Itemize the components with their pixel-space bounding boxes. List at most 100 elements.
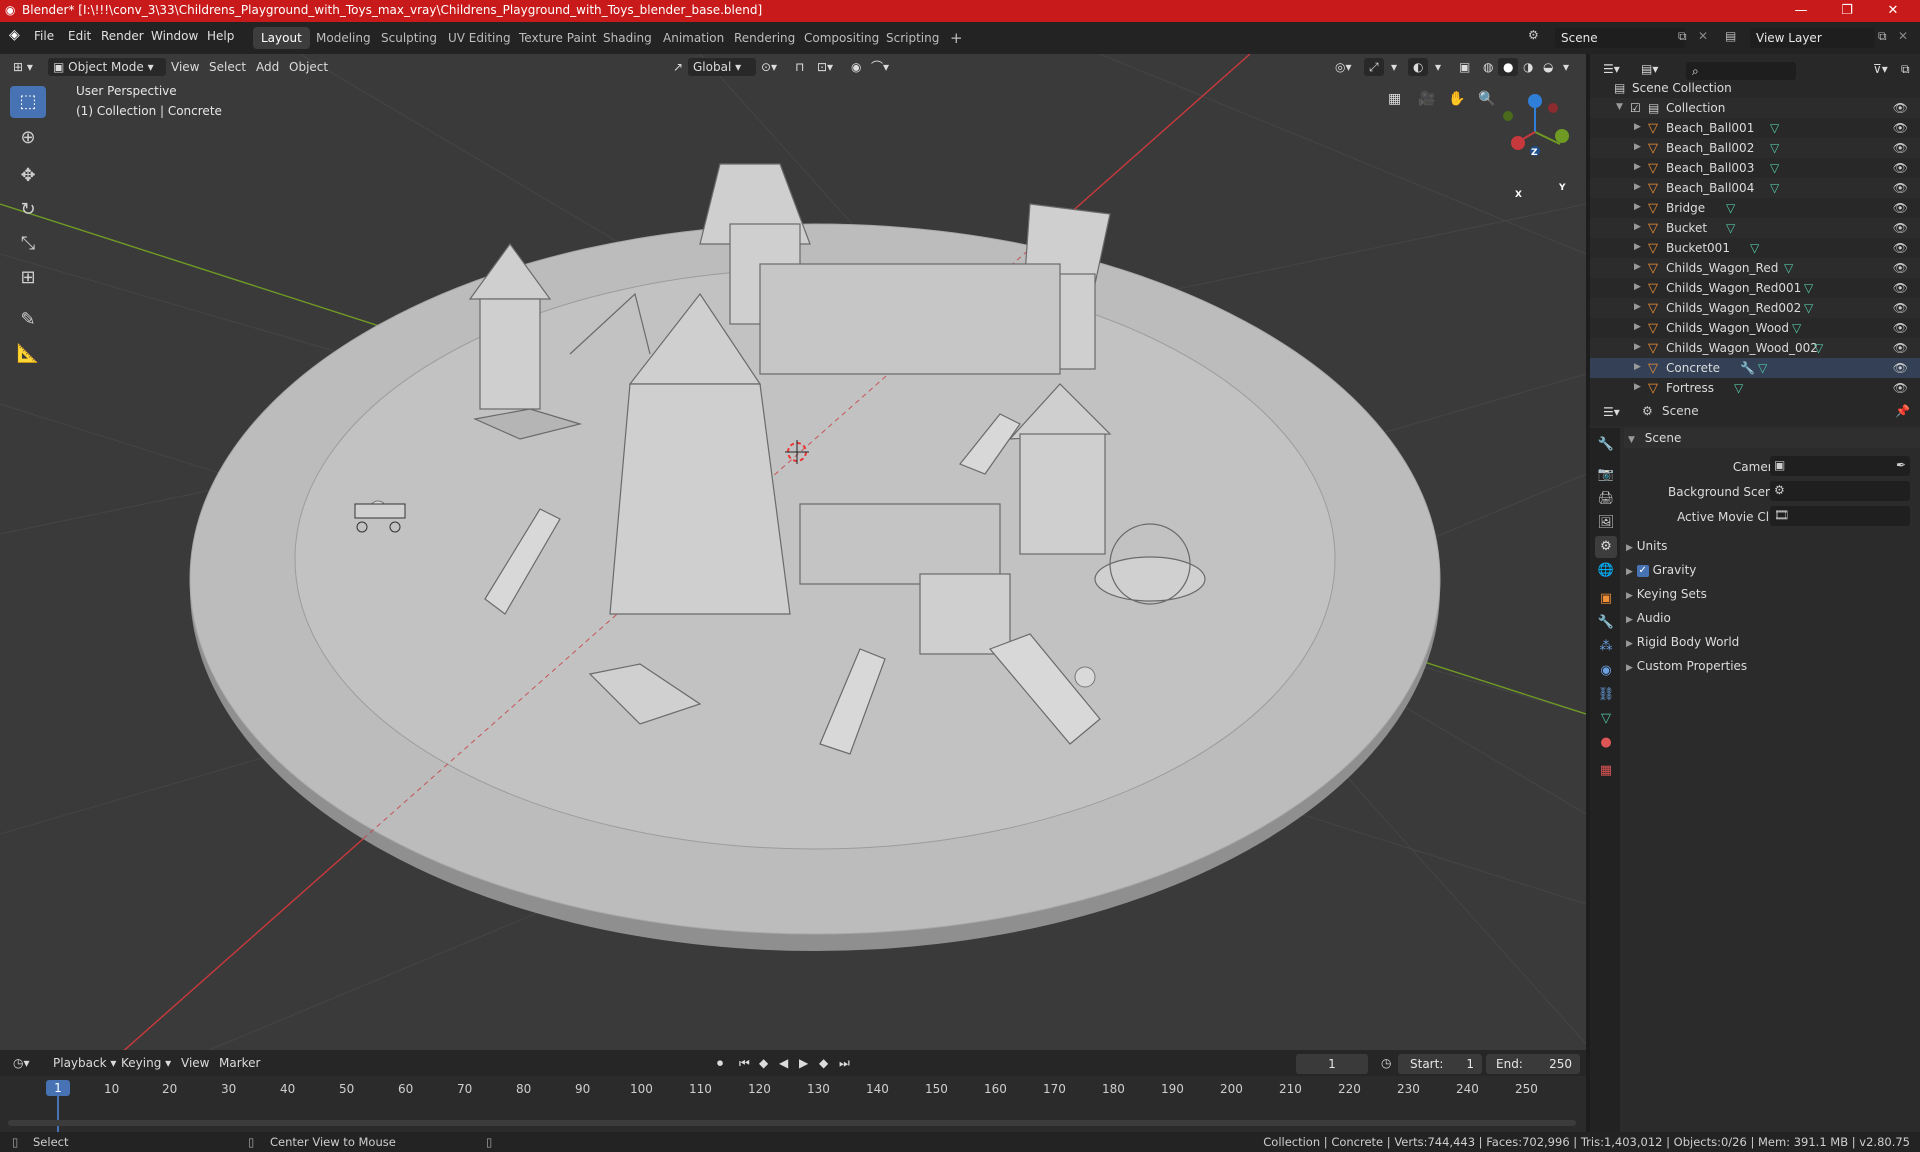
blender-menu-icon[interactable]: ◈ bbox=[9, 27, 20, 43]
eyedropper-icon[interactable]: ✒ bbox=[1896, 458, 1906, 472]
mesh-data-icon[interactable]: ▽ bbox=[1770, 181, 1779, 195]
visibility-eye-icon[interactable]: 👁 bbox=[1893, 121, 1908, 135]
keying-sets-panel-header[interactable]: ▶ Keying Sets bbox=[1626, 584, 1707, 604]
new-collection-icon[interactable]: ⧉ bbox=[1896, 60, 1915, 78]
visibility-eye-icon[interactable]: 👁 bbox=[1893, 381, 1908, 395]
outliner-item[interactable]: ▶ ▽ Bucket ▽ 👁 bbox=[1590, 218, 1920, 238]
outliner-item[interactable]: ▶ ▽ Beach_Ball002 ▽ 👁 bbox=[1590, 138, 1920, 158]
expand-icon[interactable]: ▶ bbox=[1634, 162, 1641, 172]
tab-rendering[interactable]: Rendering bbox=[726, 27, 803, 49]
snap-target-icon[interactable]: ⊡▾ bbox=[812, 58, 838, 76]
timeline-menu-playback[interactable]: Playback ▾ bbox=[48, 1054, 121, 1072]
mesh-data-icon[interactable]: ▽ bbox=[1726, 201, 1735, 215]
texture-tab-icon[interactable]: ▦ bbox=[1595, 760, 1617, 782]
display-mode-icon[interactable]: ▤▾ bbox=[1636, 60, 1663, 78]
output-tab-icon[interactable]: 🖨 bbox=[1595, 488, 1617, 510]
mesh-data-icon[interactable]: ▽ bbox=[1726, 221, 1735, 235]
current-frame-field[interactable]: 1 bbox=[1296, 1054, 1368, 1074]
render-tab-icon[interactable]: 📷 bbox=[1595, 464, 1617, 486]
move-tool-icon[interactable]: ✥ bbox=[10, 160, 46, 192]
object-tab-icon[interactable]: ▣ bbox=[1595, 588, 1617, 610]
transform-orientation-dropdown[interactable]: Global ▾ bbox=[688, 58, 756, 76]
camera-view-icon[interactable]: 🎥 bbox=[1413, 90, 1440, 108]
scene-type-icon[interactable]: ⚙ bbox=[1528, 28, 1539, 42]
tab-shading[interactable]: Shading bbox=[595, 27, 660, 49]
play-reverse-icon[interactable]: ◀ bbox=[774, 1054, 793, 1072]
outliner-collection[interactable]: ▼ ☑ ▤ Collection 👁 bbox=[1590, 98, 1920, 118]
outliner-item[interactable]: ▶ ▽ Childs_Wagon_Red002 ▽ 👁 bbox=[1590, 298, 1920, 318]
tab-modeling[interactable]: Modeling bbox=[308, 27, 379, 49]
zoom-view-icon[interactable]: 🔍 bbox=[1473, 90, 1500, 108]
visibility-eye-icon[interactable]: 👁 bbox=[1893, 281, 1908, 295]
play-icon[interactable]: ▶ bbox=[794, 1054, 813, 1072]
collapse-icon[interactable]: ▼ bbox=[1616, 102, 1623, 112]
mesh-data-icon[interactable]: ▽ bbox=[1758, 361, 1767, 375]
delete-view-layer-icon[interactable]: ✕ bbox=[1898, 29, 1908, 43]
minimize-button[interactable]: — bbox=[1778, 0, 1824, 22]
outliner-item[interactable]: ▶ ▽ Childs_Wagon_Red ▽ 👁 bbox=[1590, 258, 1920, 278]
outliner-item[interactable]: ▶ ▽ Bridge ▽ 👁 bbox=[1590, 198, 1920, 218]
expand-icon[interactable]: ▶ bbox=[1634, 122, 1641, 132]
preview-range-icon[interactable]: ◷ bbox=[1376, 1054, 1396, 1072]
visibility-eye-icon[interactable]: 👁 bbox=[1893, 101, 1908, 115]
jump-keyframe-back-icon[interactable]: ◆ bbox=[754, 1054, 773, 1072]
visibility-icon[interactable]: ◎▾ bbox=[1330, 58, 1357, 76]
transform-orientation-icon[interactable]: ↗ bbox=[668, 58, 688, 76]
mesh-data-icon[interactable]: ▽ bbox=[1770, 161, 1779, 175]
mesh-data-icon[interactable]: ▽ bbox=[1734, 381, 1743, 395]
overlay-dropdown-icon[interactable]: ▾ bbox=[1430, 58, 1446, 76]
timeline-ruler[interactable]: 1 10 20 30 40 50 60 70 80 90 100 110 120… bbox=[0, 1076, 1586, 1132]
scene-tab-icon[interactable]: ⚙ bbox=[1595, 536, 1617, 558]
expand-icon[interactable]: ▶ bbox=[1634, 142, 1641, 152]
visibility-eye-icon[interactable]: 👁 bbox=[1893, 341, 1908, 355]
camera-field[interactable]: ▣ ✒ bbox=[1770, 456, 1910, 476]
visibility-eye-icon[interactable]: 👁 bbox=[1893, 301, 1908, 315]
expand-icon[interactable]: ▶ bbox=[1634, 282, 1641, 292]
expand-icon[interactable]: ▶ bbox=[1634, 222, 1641, 232]
viewport-menu-add[interactable]: Add bbox=[251, 58, 284, 76]
timeline-editor-type-icon[interactable]: ◷▾ bbox=[8, 1054, 35, 1072]
select-box-tool-icon[interactable]: ⬚ bbox=[10, 86, 46, 118]
tab-compositing[interactable]: Compositing bbox=[796, 27, 887, 49]
outliner-scene-collection[interactable]: ▤ Scene Collection bbox=[1590, 78, 1920, 98]
menu-edit[interactable]: Edit bbox=[68, 29, 91, 43]
world-tab-icon[interactable]: 🌐 bbox=[1595, 560, 1617, 582]
jump-end-icon[interactable]: ⏭ bbox=[834, 1054, 855, 1072]
jump-start-icon[interactable]: ⏮ bbox=[734, 1054, 755, 1072]
pan-view-icon[interactable]: ✋ bbox=[1443, 90, 1470, 108]
outliner-item[interactable]: ▶ ▽ Childs_Wagon_Wood ▽ 👁 bbox=[1590, 318, 1920, 338]
end-frame-field[interactable]: End: 250 bbox=[1486, 1054, 1580, 1074]
gravity-checkbox[interactable]: ✓ bbox=[1636, 564, 1649, 577]
active-movie-clip-field[interactable]: 🎞 bbox=[1770, 506, 1910, 526]
filter-icon[interactable]: ⊽▾ bbox=[1868, 60, 1893, 78]
tab-texture-paint[interactable]: Texture Paint bbox=[511, 27, 604, 49]
expand-icon[interactable]: ▶ bbox=[1634, 382, 1641, 392]
rotate-tool-icon[interactable]: ↻ bbox=[10, 194, 46, 226]
viewport-menu-object[interactable]: Object bbox=[284, 58, 333, 76]
xray-icon[interactable]: ▣ bbox=[1454, 58, 1475, 76]
add-workspace-button[interactable]: + bbox=[942, 27, 971, 49]
proportional-edit-icon[interactable]: ◉ bbox=[846, 58, 866, 76]
mesh-data-icon[interactable]: ▽ bbox=[1784, 261, 1793, 275]
mesh-data-icon[interactable]: ▽ bbox=[1814, 341, 1823, 355]
material-tab-icon[interactable]: ● bbox=[1595, 732, 1617, 754]
transform-tool-icon[interactable]: ⊞ bbox=[10, 262, 46, 294]
outliner-editor-type-icon[interactable]: ☰▾ bbox=[1598, 60, 1625, 78]
tab-sculpting[interactable]: Sculpting bbox=[373, 27, 445, 49]
material-shading-icon[interactable]: ◑ bbox=[1518, 58, 1538, 76]
close-button[interactable]: ✕ bbox=[1870, 0, 1916, 22]
mesh-data-icon[interactable]: ▽ bbox=[1804, 301, 1813, 315]
wireframe-shading-icon[interactable]: ◍ bbox=[1478, 58, 1498, 76]
properties-editor-type-icon[interactable]: ☰▾ bbox=[1598, 403, 1625, 421]
visibility-eye-icon[interactable]: 👁 bbox=[1893, 161, 1908, 175]
pin-icon[interactable]: 📌 bbox=[1895, 404, 1910, 418]
outliner-item[interactable]: ▶ ▽ Bucket001 ▽ 👁 bbox=[1590, 238, 1920, 258]
tab-layout[interactable]: Layout bbox=[253, 27, 310, 49]
visibility-eye-icon[interactable]: 👁 bbox=[1893, 261, 1908, 275]
shading-dropdown-icon[interactable]: ▾ bbox=[1558, 58, 1574, 76]
particles-tab-icon[interactable]: ⁂ bbox=[1595, 636, 1617, 658]
editor-type-icon[interactable]: ⊞ ▾ bbox=[8, 58, 38, 76]
audio-panel-header[interactable]: ▶ Audio bbox=[1626, 608, 1671, 628]
outliner-item[interactable]: ▶ ▽ Childs_Wagon_Wood_002 ▽ 👁 bbox=[1590, 338, 1920, 358]
tab-scripting[interactable]: Scripting bbox=[878, 27, 947, 49]
